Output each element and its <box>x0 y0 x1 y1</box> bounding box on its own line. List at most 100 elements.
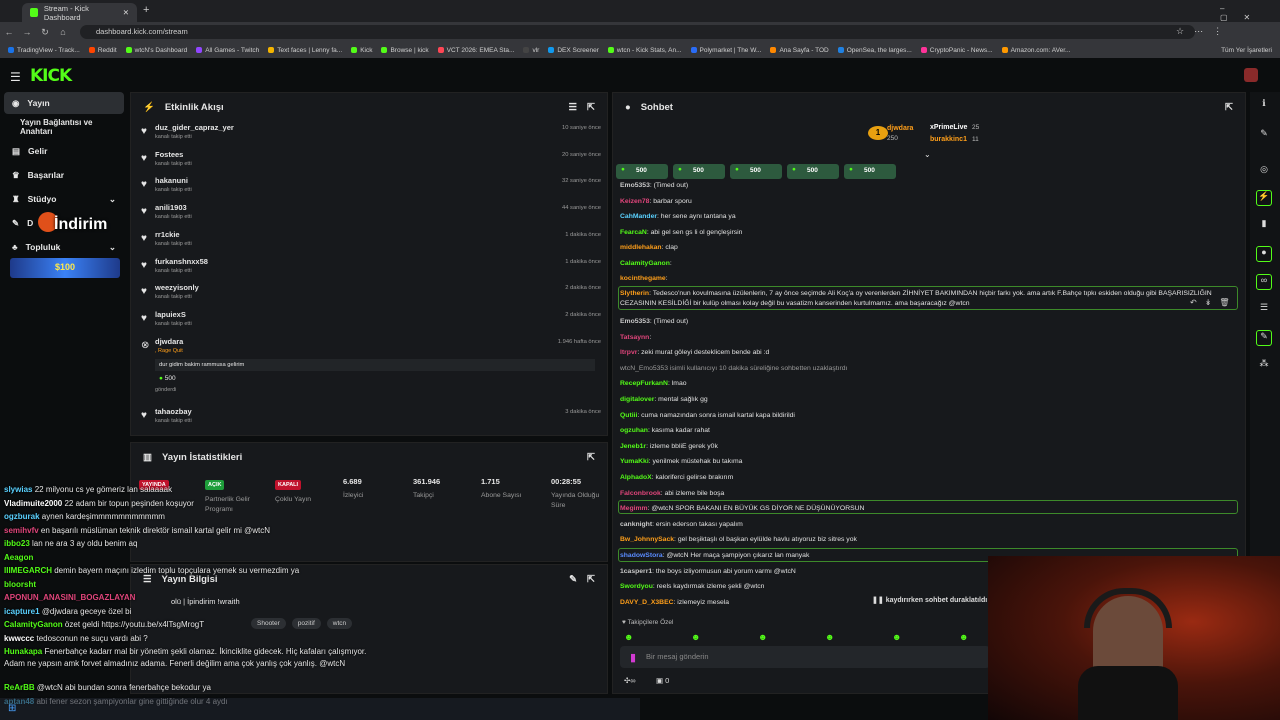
tool-icon[interactable]: ✎ <box>1256 330 1272 346</box>
window-controls[interactable]: –▢✕ <box>1220 4 1280 22</box>
popout-icon[interactable]: ⇱ <box>1225 102 1233 113</box>
forward-icon[interactable]: → <box>18 27 36 37</box>
chat-username[interactable]: RecepFurkanN <box>620 380 668 387</box>
chat-username[interactable]: middlehakan <box>620 244 662 251</box>
leaderboard-name[interactable]: xPrimeLive <box>930 124 967 131</box>
chat-username[interactable]: DAVY_D_X3BEC <box>620 599 674 606</box>
chat-username[interactable]: Emo5353 <box>620 182 650 189</box>
menu-icon[interactable]: ☰ <box>10 70 21 84</box>
emote-icon[interactable]: ☻ <box>825 632 834 642</box>
sidebar-item-stream-key[interactable]: Yayın Bağlantısı ve Anahtarı <box>4 116 124 138</box>
emote-picker-icon[interactable]: ▮ <box>630 651 636 664</box>
gift-pin[interactable]: ● 500 <box>673 164 725 179</box>
gift-pin[interactable]: ● 500 <box>787 164 839 179</box>
chat-username[interactable]: digitalover <box>620 396 654 403</box>
nodes-icon[interactable]: ⁂ <box>1256 358 1272 374</box>
activity-username[interactable]: djwdara <box>155 337 183 346</box>
bookmark-item[interactable]: Kick <box>351 47 372 54</box>
stack-icon[interactable]: ☰ <box>1256 302 1272 318</box>
bookmark-item[interactable]: vlr <box>523 47 539 54</box>
kick-logo[interactable]: KICK <box>30 66 72 86</box>
home-icon[interactable]: ⌂ <box>54 27 72 37</box>
activity-username[interactable]: duz_gider_capraz_yer <box>155 123 234 132</box>
gift-pin[interactable]: ● 500 <box>730 164 782 179</box>
popout-icon[interactable]: ⇱ <box>587 102 595 113</box>
windows-start-icon[interactable]: ⊞ <box>8 703 16 714</box>
promo-banner[interactable]: $100 <box>10 258 120 278</box>
bookmark-item[interactable]: Text faces | Lenny fa... <box>268 47 342 54</box>
chat-username[interactable]: CalamityGanon <box>620 260 670 267</box>
activity-username[interactable]: tahaozbay <box>155 407 192 416</box>
bookmark-item[interactable]: Amazon.com: AVer... <box>1001 47 1070 54</box>
activity-username[interactable]: weezyisonly <box>155 283 199 292</box>
bookmark-item[interactable]: Polymarket | The W... <box>690 47 761 54</box>
back-icon[interactable]: ← <box>0 27 18 37</box>
bookmark-item[interactable]: All Games - Twitch <box>196 47 259 54</box>
bookmark-item[interactable]: TradingView - Track... <box>8 47 80 54</box>
activity-username[interactable]: hakanuni <box>155 176 188 185</box>
chat-username[interactable]: kocinthegame <box>620 275 666 282</box>
bookmark-item[interactable]: DEX Screener <box>548 47 599 54</box>
all-bookmarks-button[interactable]: Tüm Yer İşaretleri <box>1221 47 1272 54</box>
url-bar[interactable]: dashboard.kick.com/stream <box>80 25 1195 39</box>
chat-username[interactable]: ogzuhan <box>620 427 648 434</box>
edit-icon[interactable]: ✎ <box>1256 128 1272 144</box>
info-icon[interactable]: ℹ <box>1256 98 1272 114</box>
bolt-icon[interactable]: ⚡ <box>1256 190 1272 206</box>
bookmark-item[interactable]: OpenSea, the larges... <box>837 47 912 54</box>
camera-icon[interactable]: ◎ <box>1256 164 1272 180</box>
bookmark-item[interactable]: wtcn - Kick Stats, An... <box>607 47 682 54</box>
activity-username[interactable]: furkanshnxx58 <box>155 257 208 266</box>
leaderboard-name[interactable]: djwdara <box>887 125 913 132</box>
bookmark-item[interactable]: Reddit <box>88 47 117 54</box>
avatar[interactable] <box>1244 68 1258 82</box>
emote-icon[interactable]: ☻ <box>691 632 700 642</box>
sidebar-item-gelir[interactable]: ▤ Gelir <box>4 140 124 162</box>
chat-username[interactable]: Tatsaynn <box>620 334 649 341</box>
activity-username[interactable]: lapuiexS <box>155 310 186 319</box>
sidebar-item-basarilar[interactable]: ♛ Başarılar <box>4 164 124 186</box>
emote-icon[interactable]: ☻ <box>624 632 633 642</box>
chat-username[interactable]: canknight <box>620 521 652 528</box>
reload-icon[interactable]: ↻ <box>36 27 54 38</box>
sidebar-item-studyo[interactable]: ♜ Stüdyo ⌄ <box>4 188 124 210</box>
chat-username[interactable]: Jeneb1r <box>620 443 646 450</box>
chat-settings-icon[interactable]: ✣∞ <box>624 676 636 685</box>
message-action-icons[interactable]: ↶↡🗑 <box>1190 298 1238 307</box>
activity-username[interactable]: anili1903 <box>155 203 187 212</box>
browser-extension-icons[interactable]: ☆⋯⋮ <box>1176 26 1232 37</box>
popout-icon[interactable]: ⇱ <box>587 452 595 463</box>
bookmark-item[interactable]: Ana Sayfa - TOD <box>770 47 829 54</box>
chat-username[interactable]: Keizen78 <box>620 198 649 205</box>
emote-icon[interactable]: ☻ <box>892 632 901 642</box>
gift-pin[interactable]: ● 500 <box>616 164 668 179</box>
activity-username[interactable]: Fostees <box>155 150 183 159</box>
gift-pin[interactable]: ● 500 <box>844 164 896 179</box>
chat-paused-notice[interactable]: ❚❚ kaydırırken sohbet duraklatıldı <box>872 596 987 604</box>
chat-username[interactable]: YumaKki <box>620 458 649 465</box>
bookmark-item[interactable]: VCT 2026: EMEA Sta... <box>437 47 514 54</box>
edit-icon[interactable]: ✎ <box>569 574 577 585</box>
chat-username[interactable]: Bw_JohnnySack <box>620 536 674 543</box>
tag-chip[interactable]: Shooter <box>251 618 286 629</box>
chat-username[interactable]: 1casperr1 <box>620 568 652 575</box>
chevron-down-icon[interactable]: ⌄ <box>924 150 931 159</box>
chat-username[interactable]: CahMander <box>620 213 657 220</box>
chat-username[interactable]: Emo5353 <box>620 318 650 325</box>
new-tab-icon[interactable]: + <box>143 4 149 16</box>
leaderboard-name[interactable]: burakkinc1 <box>930 136 967 143</box>
chat-username[interactable]: Swordyou <box>620 583 653 590</box>
card-icon[interactable]: ▮ <box>1256 218 1272 234</box>
emote-icon[interactable]: ☻ <box>959 632 968 642</box>
chat-username[interactable]: ltrpvr <box>620 349 637 356</box>
chat-username[interactable]: AlphadoX <box>620 474 652 481</box>
chat-input[interactable]: ▮ Bir mesaj gönderin <box>620 646 990 668</box>
sidebar-item-topluluk[interactable]: ♣ Topluluk ⌄ <box>4 236 124 258</box>
tag-chip[interactable]: pozitif <box>291 618 321 629</box>
sidebar-item-yayin[interactable]: ◉ Yayın <box>4 92 124 114</box>
bookmark-item[interactable]: CryptoPanic - News... <box>920 47 993 54</box>
tag-chip[interactable]: wtcn <box>326 618 353 629</box>
link-icon[interactable]: ∞ <box>1256 274 1272 290</box>
bookmark-item[interactable]: wtcN's Dashboard <box>125 47 187 54</box>
chat-username[interactable]: FearcaN <box>620 229 647 236</box>
